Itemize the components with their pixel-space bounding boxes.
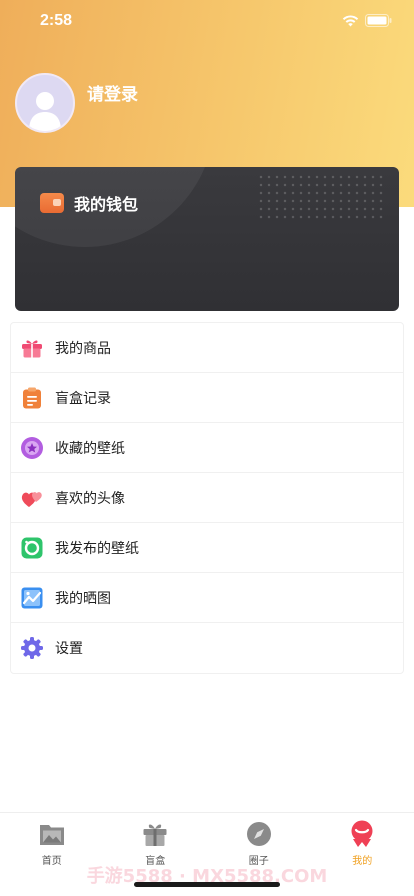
gift-box-icon xyxy=(141,820,169,848)
menu-item-favorite-wallpapers[interactable]: 收藏的壁纸 xyxy=(11,423,403,473)
wallet-card[interactable]: 我的钱包 xyxy=(15,167,399,311)
menu-item-my-goods[interactable]: 我的商品 xyxy=(11,323,403,373)
profile-badge-icon xyxy=(348,820,376,848)
card-decoration-dots xyxy=(257,173,387,219)
gift-icon xyxy=(20,336,44,360)
status-time: 2:58 xyxy=(40,12,73,29)
menu-item-my-photos[interactable]: 我的晒图 xyxy=(11,573,403,623)
status-icons xyxy=(342,14,392,27)
menu-item-label: 我的晒图 xyxy=(55,590,111,607)
menu-item-label: 设置 xyxy=(55,641,83,657)
wallet-label: 我的钱包 xyxy=(74,195,139,214)
gear-icon xyxy=(20,636,44,660)
menu-item-label: 我发布的壁纸 xyxy=(55,540,139,557)
user-silhouette-icon xyxy=(29,92,61,131)
image-chart-icon xyxy=(20,586,44,610)
hearts-icon xyxy=(20,486,44,510)
avatar[interactable] xyxy=(15,73,75,133)
profile-section[interactable]: 请登录 xyxy=(15,73,138,133)
clipboard-icon xyxy=(20,386,44,410)
menu-item-settings[interactable]: 设置 xyxy=(11,623,403,673)
home-indicator xyxy=(134,882,280,887)
menu-item-label: 我的商品 xyxy=(55,340,111,357)
star-circle-icon xyxy=(20,436,44,460)
wallet-icon xyxy=(40,193,64,213)
menu-item-blindbox-records[interactable]: 盲盒记录 xyxy=(11,373,403,423)
menu-item-label: 喜欢的头像 xyxy=(55,490,125,507)
status-bar: 2:58 xyxy=(0,0,414,44)
menu-item-label: 收藏的壁纸 xyxy=(55,440,125,457)
photo-frame-icon xyxy=(20,536,44,560)
menu-item-label: 盲盒记录 xyxy=(55,390,111,407)
menu-item-liked-avatars[interactable]: 喜欢的头像 xyxy=(11,473,403,523)
compass-icon xyxy=(245,820,273,848)
wifi-icon xyxy=(342,14,359,26)
login-link[interactable]: 请登录 xyxy=(87,80,138,105)
wallet-row[interactable]: 我的钱包 xyxy=(40,191,138,215)
picture-icon xyxy=(38,820,66,848)
battery-icon xyxy=(365,14,392,27)
menu-item-my-published-wallpapers[interactable]: 我发布的壁纸 xyxy=(11,523,403,573)
menu-list: 我的商品 盲盒记录 收藏的壁纸 喜欢的头像 我发布的壁纸 我的晒图 设置 xyxy=(10,322,404,674)
